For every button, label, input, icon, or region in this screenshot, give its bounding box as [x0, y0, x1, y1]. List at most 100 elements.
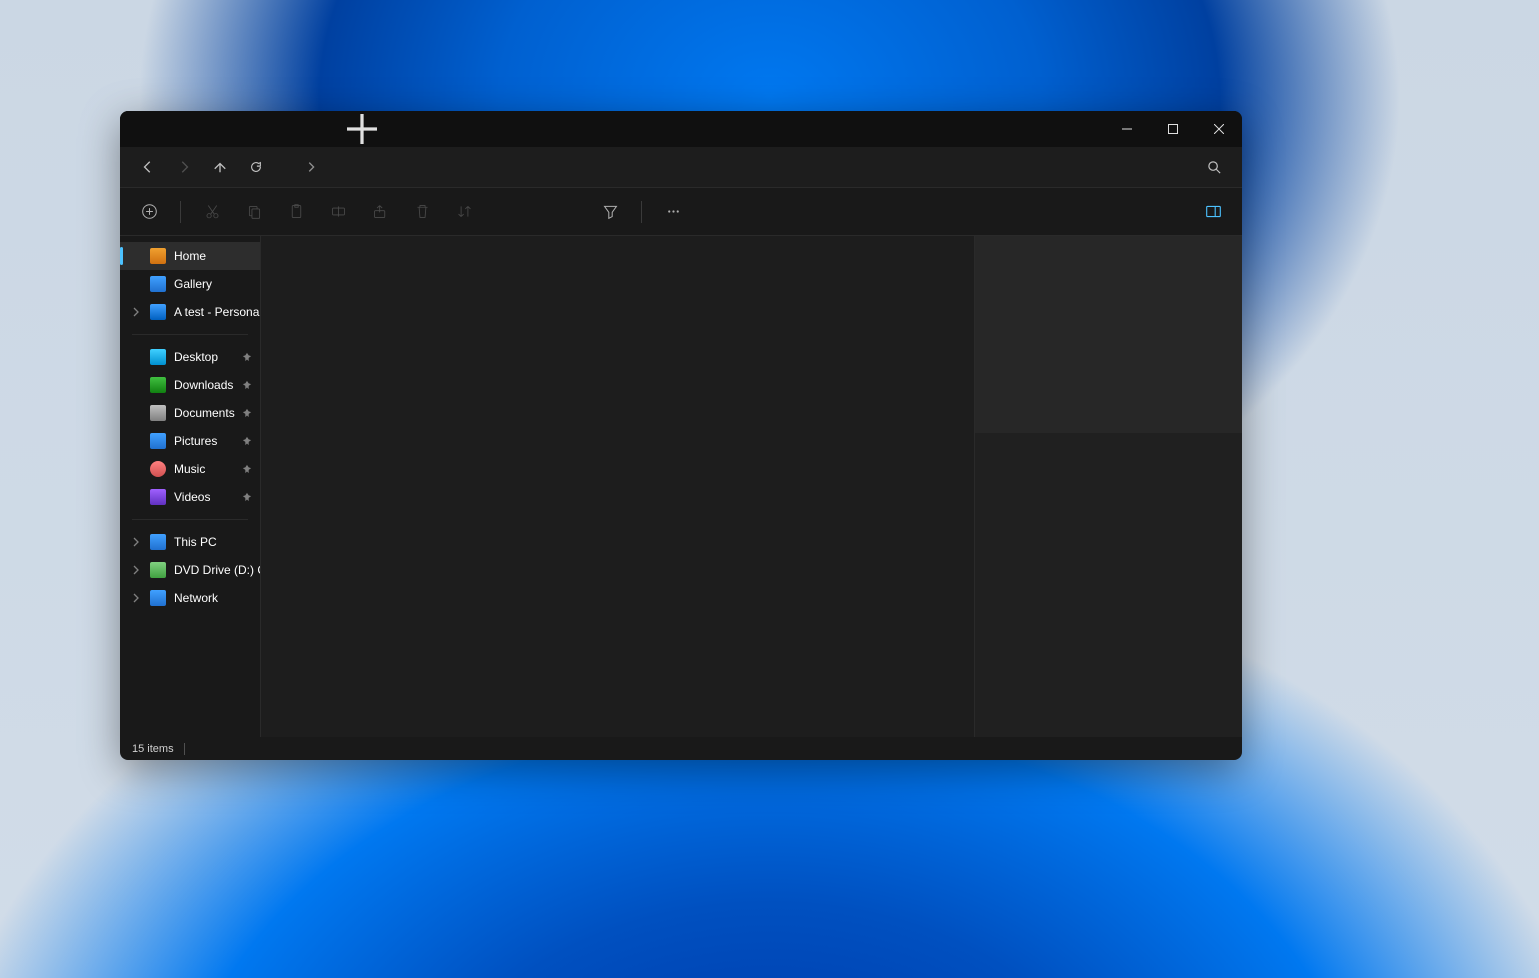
copy-icon — [246, 203, 263, 220]
arrow-right-icon — [177, 160, 191, 174]
delete-icon — [414, 203, 431, 220]
chevron-right-icon[interactable] — [130, 536, 142, 548]
sidebar-item-label: Gallery — [174, 277, 212, 291]
sidebar: Home Gallery A test - Personal Desktop Down… — [120, 236, 261, 737]
onedrive-icon — [150, 304, 166, 320]
details-pane-icon — [1205, 203, 1222, 220]
maximize-icon — [1168, 124, 1178, 134]
file-explorer-window: Home Gallery A test - Personal Desktop Down… — [120, 111, 1242, 760]
refresh-icon — [249, 160, 263, 174]
desktop-icon — [150, 349, 166, 365]
sidebar-item-label: Documents — [174, 406, 235, 420]
downloads-icon — [150, 377, 166, 393]
title-bar[interactable] — [120, 111, 1242, 147]
dvd-icon — [150, 562, 166, 578]
toolbar-separator — [641, 201, 642, 223]
plus-icon — [342, 111, 382, 149]
network-icon — [150, 590, 166, 606]
sidebar-item-music[interactable]: Music — [120, 455, 260, 483]
thispc-icon — [150, 534, 166, 550]
new-button[interactable] — [130, 193, 168, 231]
status-bar: 15 items — [120, 737, 1242, 760]
videos-icon — [150, 489, 166, 505]
back-button[interactable] — [130, 149, 166, 185]
search-button[interactable] — [1196, 149, 1232, 185]
sidebar-item-label: Desktop — [174, 350, 218, 364]
status-item-count: 15 items — [132, 743, 174, 755]
sidebar-item-network[interactable]: Network — [120, 584, 260, 612]
sidebar-item-label: Music — [174, 462, 205, 476]
chevron-right-icon — [304, 160, 318, 174]
delete-button[interactable] — [403, 193, 441, 231]
sidebar-item-gallery[interactable]: Gallery — [120, 270, 260, 298]
sidebar-item-label: A test - Personal — [174, 305, 260, 319]
sidebar-separator — [132, 334, 248, 335]
sort-button[interactable] — [445, 193, 483, 231]
sidebar-item-desktop[interactable]: Desktop — [120, 343, 260, 371]
toolbar — [120, 188, 1242, 236]
rename-icon — [330, 203, 347, 220]
more-button[interactable] — [654, 193, 692, 231]
close-button[interactable] — [1196, 111, 1242, 147]
cut-icon — [204, 203, 221, 220]
sidebar-item-videos[interactable]: Videos — [120, 483, 260, 511]
breadcrumb-bar[interactable] — [294, 151, 1188, 183]
chevron-right-icon[interactable] — [130, 564, 142, 576]
nav-bar — [120, 147, 1242, 188]
sidebar-item-label: DVD Drive (D:) CCC — [174, 563, 260, 577]
up-button[interactable] — [202, 149, 238, 185]
search-icon — [1207, 160, 1222, 175]
sort-icon — [456, 203, 473, 220]
details-preview — [975, 236, 1242, 433]
share-button[interactable] — [361, 193, 399, 231]
pin-icon — [242, 492, 252, 502]
sidebar-item-pictures[interactable]: Pictures — [120, 427, 260, 455]
pin-icon — [242, 436, 252, 446]
arrow-left-icon — [141, 160, 155, 174]
home-icon — [150, 248, 166, 264]
new-tab-button[interactable] — [342, 111, 382, 147]
sidebar-item-label: Home — [174, 249, 206, 263]
sidebar-item-label: This PC — [174, 535, 217, 549]
details-info — [975, 433, 1242, 737]
new-icon — [141, 203, 158, 220]
sidebar-item-label: Downloads — [174, 378, 233, 392]
sidebar-item-documents[interactable]: Documents — [120, 399, 260, 427]
paste-button[interactable] — [277, 193, 315, 231]
filter-icon — [602, 203, 619, 220]
cut-button[interactable] — [193, 193, 231, 231]
sidebar-item-home[interactable]: Home — [120, 242, 260, 270]
main-area: Home Gallery A test - Personal Desktop Down… — [120, 236, 1242, 737]
sidebar-item-a-test-personal[interactable]: A test - Personal — [120, 298, 260, 326]
chevron-right-icon[interactable] — [130, 306, 142, 318]
details-pane — [974, 236, 1242, 737]
arrow-up-icon — [213, 160, 227, 174]
sidebar-item-label: Pictures — [174, 434, 217, 448]
copy-button[interactable] — [235, 193, 273, 231]
pin-icon — [242, 380, 252, 390]
music-icon — [150, 461, 166, 477]
pictures-icon — [150, 433, 166, 449]
minimize-button[interactable] — [1104, 111, 1150, 147]
minimize-icon — [1122, 124, 1132, 134]
sidebar-item-this-pc[interactable]: This PC — [120, 528, 260, 556]
details-pane-button[interactable] — [1194, 193, 1232, 231]
content-area[interactable] — [261, 236, 974, 737]
chevron-right-icon[interactable] — [130, 592, 142, 604]
sidebar-separator — [132, 519, 248, 520]
maximize-button[interactable] — [1150, 111, 1196, 147]
status-separator — [184, 743, 185, 755]
more-icon — [665, 203, 682, 220]
forward-button[interactable] — [166, 149, 202, 185]
pin-icon — [242, 464, 252, 474]
close-icon — [1214, 124, 1224, 134]
rename-button[interactable] — [319, 193, 357, 231]
paste-icon — [288, 203, 305, 220]
sidebar-item-label: Network — [174, 591, 218, 605]
sidebar-item-dvd-drive-d-ccc[interactable]: DVD Drive (D:) CCC — [120, 556, 260, 584]
pin-icon — [242, 352, 252, 362]
share-icon — [372, 203, 389, 220]
sidebar-item-downloads[interactable]: Downloads — [120, 371, 260, 399]
refresh-button[interactable] — [238, 149, 274, 185]
filter-button[interactable] — [591, 193, 629, 231]
